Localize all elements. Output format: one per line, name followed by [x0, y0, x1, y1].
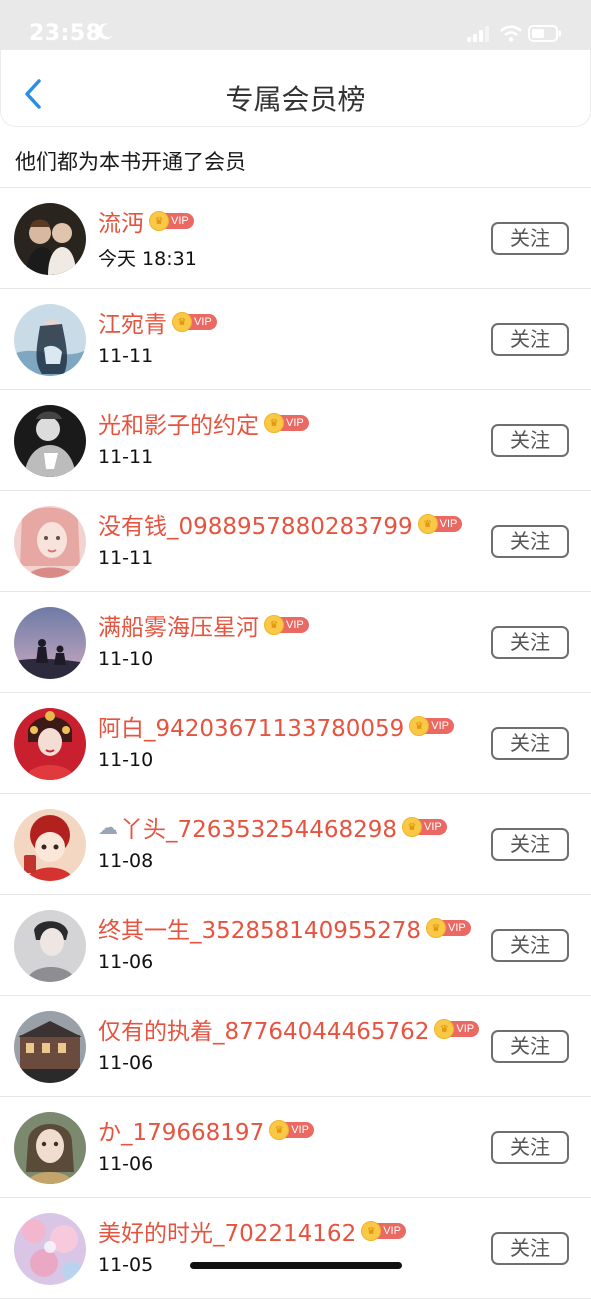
follow-button[interactable]: 关注 — [491, 222, 569, 255]
vip-badge: ♛ VIP — [409, 716, 455, 736]
member-row[interactable]: 流沔 ♛ VIP 今天 18:31 关注 — [0, 188, 591, 289]
member-date: 11-06 — [98, 1153, 154, 1175]
vip-badge: ♛ VIP — [426, 918, 471, 938]
member-name[interactable]: 江宛青 — [98, 305, 167, 339]
crown-icon: ♛ — [172, 312, 192, 332]
follow-button[interactable]: 关注 — [491, 929, 569, 962]
member-date: 11-08 — [98, 850, 154, 872]
member-list: 流沔 ♛ VIP 今天 18:31 关注 江宛青 ♛ VIP 11-11 关注 … — [0, 188, 591, 1299]
member-date: 11-11 — [98, 547, 154, 569]
moon-icon — [97, 23, 113, 40]
member-row[interactable]: ☁ 丫头_726353254468298 ♛ VIP 11-08 关注 — [0, 794, 591, 895]
vip-badge: ♛ VIP — [269, 1120, 314, 1140]
avatar[interactable] — [14, 1011, 86, 1083]
crown-icon: ♛ — [264, 413, 284, 433]
follow-button[interactable]: 关注 — [491, 1030, 569, 1063]
member-date: 11-05 — [98, 1254, 154, 1276]
follow-button[interactable]: 关注 — [491, 323, 569, 356]
member-date: 11-10 — [98, 749, 154, 771]
member-name[interactable]: 满船雾海压星河 — [98, 608, 259, 642]
avatar[interactable] — [14, 506, 86, 578]
member-name[interactable]: 阿白_94203671133780059 — [98, 709, 404, 743]
avatar[interactable] — [14, 607, 86, 679]
avatar[interactable] — [14, 304, 86, 376]
member-name[interactable]: 流沔 — [98, 204, 144, 238]
wifi-icon — [500, 25, 522, 42]
home-indicator[interactable] — [190, 1262, 402, 1269]
member-date: 11-06 — [98, 1052, 154, 1074]
follow-button[interactable]: 关注 — [491, 828, 569, 861]
member-name[interactable]: 终其一生_352858140955278 — [98, 911, 421, 945]
page-title: 专属会员榜 — [225, 83, 366, 116]
crown-icon: ♛ — [402, 817, 422, 837]
member-date: 11-10 — [98, 648, 154, 670]
member-date: 11-11 — [98, 345, 154, 367]
member-name[interactable]: 美好的时光_702214162 — [98, 1214, 356, 1248]
nav-bar: 专属会员榜 — [0, 50, 591, 127]
member-row[interactable]: 江宛青 ♛ VIP 11-11 关注 — [0, 289, 591, 390]
member-name[interactable]: 没有钱_0988957880283799 — [98, 507, 413, 541]
avatar[interactable] — [14, 809, 86, 881]
member-row[interactable]: 终其一生_352858140955278 ♛ VIP 11-06 关注 — [0, 895, 591, 996]
crown-icon: ♛ — [417, 514, 438, 534]
vip-badge: ♛ VIP — [149, 211, 194, 231]
follow-button[interactable]: 关注 — [491, 727, 569, 760]
vip-badge: ♛ VIP — [434, 1019, 480, 1039]
member-row[interactable]: 阿白_94203671133780059 ♛ VIP 11-10 关注 — [0, 693, 591, 794]
status-bar: 23:58 — [0, 0, 591, 50]
avatar[interactable] — [14, 1112, 86, 1184]
vip-badge: ♛ VIP — [361, 1221, 406, 1241]
member-row[interactable]: 仅有的执着_87764044465762 ♛ VIP 11-06 关注 — [0, 996, 591, 1097]
signal-icon — [467, 26, 489, 42]
member-name[interactable]: 光和影子的约定 — [98, 406, 259, 440]
member-row[interactable]: か_179668197 ♛ VIP 11-06 关注 — [0, 1097, 591, 1198]
avatar[interactable] — [14, 708, 86, 780]
cloud-icon: ☁ — [98, 815, 118, 839]
avatar[interactable] — [14, 405, 86, 477]
member-name[interactable]: 丫头_726353254468298 — [120, 810, 397, 844]
follow-button[interactable]: 关注 — [491, 525, 569, 558]
crown-icon: ♛ — [149, 211, 169, 231]
list-subtitle: 他们都为本书开通了会员 — [15, 150, 246, 174]
member-row[interactable]: 光和影子的约定 ♛ VIP 11-11 关注 — [0, 390, 591, 491]
vip-badge: ♛ VIP — [417, 514, 463, 534]
avatar[interactable] — [14, 203, 86, 275]
follow-button[interactable]: 关注 — [491, 1232, 569, 1265]
follow-button[interactable]: 关注 — [491, 424, 569, 457]
follow-button[interactable]: 关注 — [491, 626, 569, 659]
avatar[interactable] — [14, 910, 86, 982]
vip-badge: ♛ VIP — [264, 615, 309, 635]
member-date: 今天 18:31 — [98, 248, 197, 270]
battery-icon — [528, 25, 561, 42]
member-name[interactable]: か_179668197 — [98, 1113, 264, 1147]
member-row[interactable]: 满船雾海压星河 ♛ VIP 11-10 关注 — [0, 592, 591, 693]
status-time: 23:58 — [29, 21, 102, 46]
member-date: 11-11 — [98, 446, 154, 468]
member-date: 11-06 — [98, 951, 154, 973]
member-name[interactable]: 仅有的执着_87764044465762 — [98, 1012, 429, 1046]
vip-badge: ♛ VIP — [402, 817, 447, 837]
vip-badge: ♛ VIP — [264, 413, 309, 433]
member-row[interactable]: 没有钱_0988957880283799 ♛ VIP 11-11 关注 — [0, 491, 591, 592]
follow-button[interactable]: 关注 — [491, 1131, 569, 1164]
vip-badge: ♛ VIP — [172, 312, 217, 332]
crown-icon: ♛ — [426, 918, 446, 938]
member-row[interactable]: 美好的时光_702214162 ♛ VIP 11-05 关注 — [0, 1198, 591, 1299]
crown-icon: ♛ — [264, 615, 284, 635]
avatar[interactable] — [14, 1213, 86, 1285]
